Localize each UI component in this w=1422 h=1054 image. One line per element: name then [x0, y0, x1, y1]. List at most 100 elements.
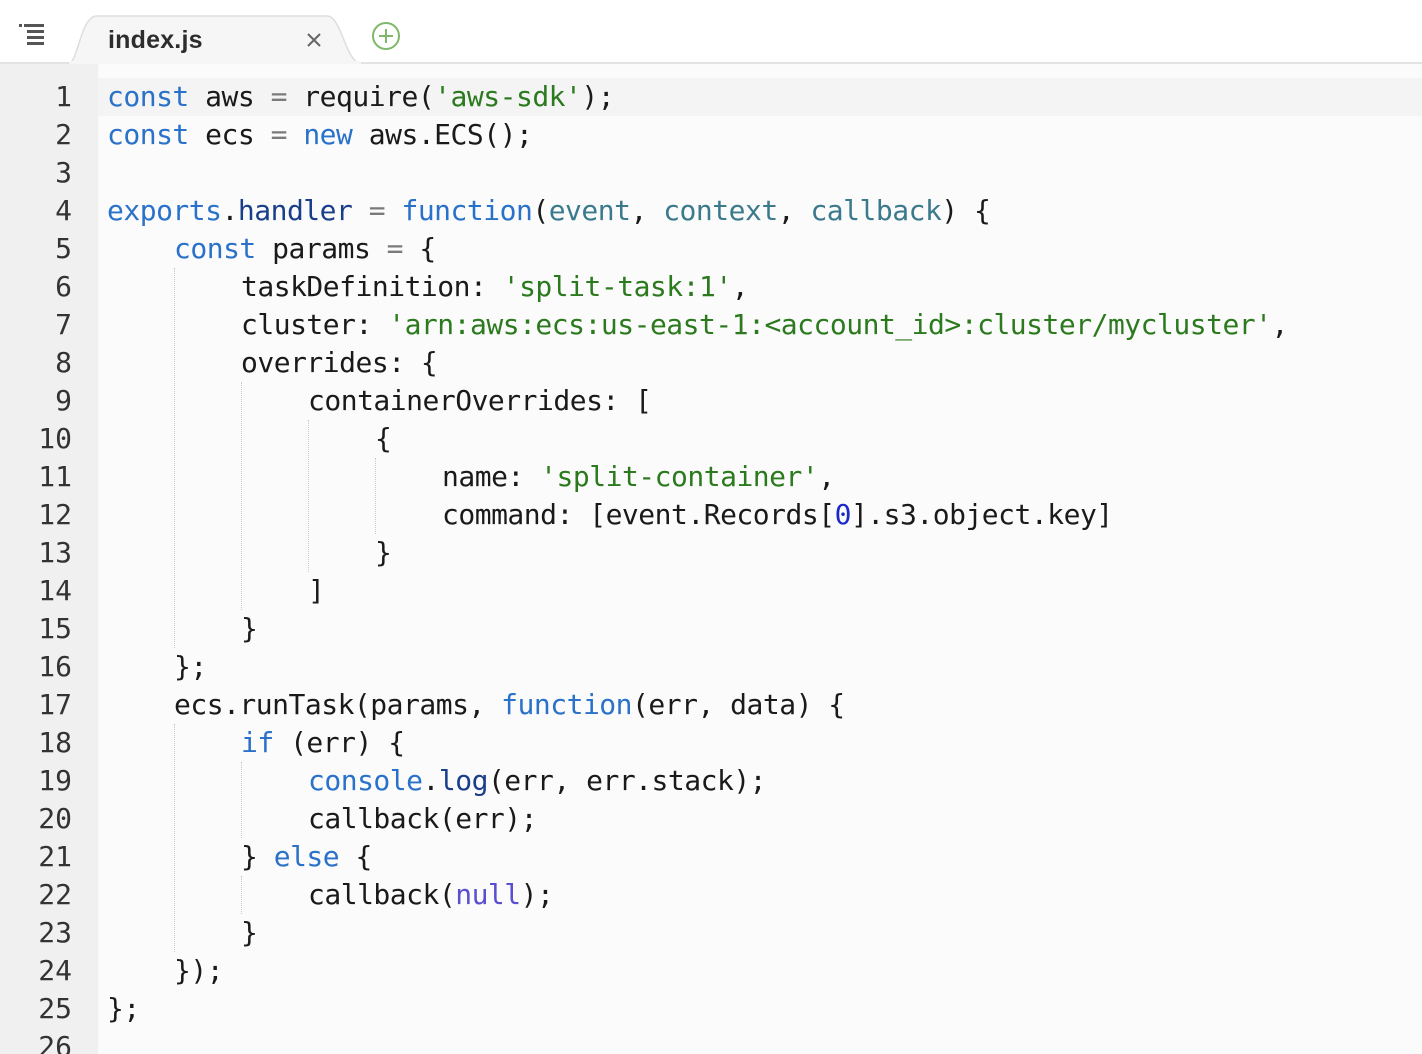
- code-token: {: [339, 840, 373, 873]
- line-number: 13: [38, 536, 72, 569]
- code-line[interactable]: callback(err);: [308, 800, 538, 838]
- code-token: .: [221, 194, 239, 227]
- line-number: 5: [55, 232, 72, 265]
- code-line[interactable]: console.log(err, err.stack);: [308, 762, 767, 800]
- code-token: callback: [810, 194, 942, 227]
- code-token: cluster:: [241, 308, 389, 341]
- code-token: name:: [442, 460, 541, 493]
- code-token: (err) {: [273, 726, 405, 759]
- code-token: }: [241, 916, 258, 949]
- code-token: };: [174, 650, 207, 683]
- code-token: ,: [731, 270, 749, 303]
- line-number: 23: [38, 916, 72, 949]
- code-line[interactable]: callback(null);: [308, 876, 554, 914]
- tab-index-js[interactable]: index.js: [66, 14, 366, 64]
- line-number: 4: [55, 194, 72, 227]
- line-number: 2: [55, 118, 72, 151]
- code-token: function: [501, 688, 633, 721]
- indent-guide: [174, 268, 175, 648]
- line-number: 15: [38, 612, 72, 645]
- line-number: 7: [55, 308, 72, 341]
- code-line[interactable]: });: [174, 952, 224, 990]
- code-token: handler: [237, 194, 353, 227]
- add-circle-icon[interactable]: [370, 20, 402, 52]
- code-token: );: [581, 80, 615, 113]
- code-token: =: [368, 194, 386, 227]
- code-line[interactable]: }: [241, 914, 258, 952]
- code-token: const: [174, 232, 256, 265]
- code-token: context: [663, 194, 778, 227]
- code-token: ecs: [188, 118, 271, 151]
- code-line[interactable]: exports.handler = function(event, contex…: [107, 192, 991, 230]
- code-token: {: [375, 422, 392, 455]
- code-line[interactable]: };: [174, 648, 207, 686]
- code-line[interactable]: name: 'split-container',: [442, 458, 835, 496]
- code-line[interactable]: const params = {: [174, 230, 436, 268]
- line-number: 21: [38, 840, 72, 873]
- code-token: (err, err.stack);: [487, 764, 767, 797]
- code-line[interactable]: } else {: [241, 838, 372, 876]
- code-token: console: [308, 764, 423, 797]
- code-token: );: [520, 878, 554, 911]
- code-token: params: [255, 232, 387, 265]
- indent-guide: [241, 762, 242, 838]
- indent-guide: [174, 724, 175, 952]
- code-token: (err, data) {: [632, 688, 845, 721]
- line-number: 26: [38, 1030, 72, 1054]
- code-line[interactable]: ecs.runTask(params, function(err, data) …: [174, 686, 845, 724]
- code-line[interactable]: overrides: {: [241, 344, 438, 382]
- line-number: 8: [55, 346, 72, 379]
- line-number: 17: [38, 688, 72, 721]
- code-token: exports: [107, 194, 222, 227]
- line-number: 18: [38, 726, 72, 759]
- code-line[interactable]: }: [241, 610, 258, 648]
- code-token: const: [107, 118, 189, 151]
- code-token: }: [375, 536, 392, 569]
- code-token: ,: [630, 194, 664, 227]
- code-token: ]: [308, 574, 325, 607]
- list-menu-icon[interactable]: [14, 18, 50, 54]
- close-icon[interactable]: [302, 28, 326, 52]
- code-line[interactable]: };: [107, 990, 140, 1028]
- code-token: overrides: {: [241, 346, 438, 379]
- code-token: callback(err);: [308, 802, 538, 835]
- line-number: 1: [55, 80, 72, 113]
- line-number: 19: [38, 764, 72, 797]
- code-token: 'aws-sdk': [434, 80, 582, 113]
- indent-guide: [308, 420, 309, 572]
- code-line[interactable]: ]: [308, 572, 325, 610]
- code-token: (: [532, 194, 549, 227]
- indent-guide: [241, 382, 242, 610]
- line-number: 10: [38, 422, 72, 455]
- code-token: 'split-container': [540, 460, 819, 493]
- code-token: command: [event.Records[: [442, 498, 835, 531]
- tab-bar: index.js: [0, 0, 1422, 64]
- line-number: 11: [38, 460, 72, 493]
- line-number: 25: [38, 992, 72, 1025]
- code-line[interactable]: cluster: 'arn:aws:ecs:us-east-1:<account…: [241, 306, 1288, 344]
- line-number: 9: [55, 384, 72, 417]
- code-line[interactable]: command: [event.Records[0].s3.object.key…: [442, 496, 1113, 534]
- code-token: });: [174, 954, 224, 987]
- line-number: 12: [38, 498, 72, 531]
- code-token: 'split-task:1': [502, 270, 733, 303]
- line-number: 16: [38, 650, 72, 683]
- code-line[interactable]: const ecs = new aws.ECS();: [107, 116, 533, 154]
- code-token: event: [548, 194, 631, 227]
- code-line[interactable]: if (err) {: [241, 724, 405, 762]
- code-token: const: [107, 80, 189, 113]
- code-line[interactable]: {: [375, 420, 392, 458]
- code-token: else: [273, 840, 340, 873]
- code-line[interactable]: taskDefinition: 'split-task:1',: [241, 268, 749, 306]
- code-line[interactable]: }: [375, 534, 392, 572]
- indent-guide: [241, 876, 242, 914]
- line-number: 14: [38, 574, 72, 607]
- code-line[interactable]: const aws = require('aws-sdk');: [107, 78, 615, 116]
- code-line[interactable]: containerOverrides: [: [308, 382, 652, 420]
- code-token: aws: [188, 80, 271, 113]
- line-number: 20: [38, 802, 72, 835]
- code-token: new: [303, 118, 353, 151]
